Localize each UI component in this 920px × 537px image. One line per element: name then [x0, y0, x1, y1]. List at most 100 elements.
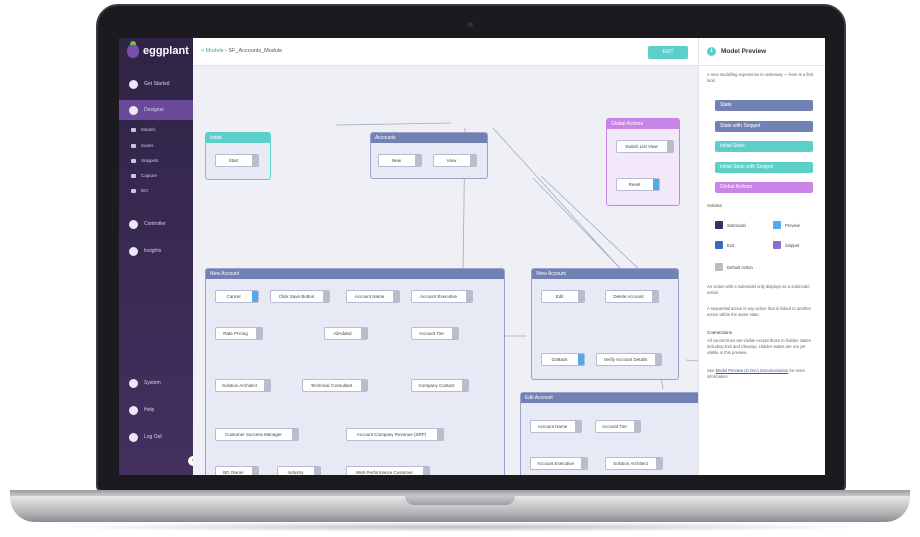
action-type-label: Submodel: [727, 222, 746, 228]
state-title: New Account: [206, 269, 504, 279]
action-start[interactable]: Start: [215, 154, 259, 167]
legend-state: State: [715, 100, 813, 111]
action-type-snippet: Snippet: [773, 241, 799, 249]
app-name: eggplant: [143, 45, 189, 57]
sidebar-item-logout[interactable]: Log Out: [119, 427, 193, 447]
model-canvas[interactable]: Initial Start Accounts New View Global A…: [193, 66, 698, 475]
action-switch-list-view[interactable]: Switch List View: [616, 140, 674, 153]
gear-icon: [129, 378, 138, 388]
sidebar-item-system[interactable]: System: [119, 373, 193, 393]
submodel-icon: [715, 221, 723, 229]
panel-see-docs: See Model Preview (in Dev) Documentation…: [707, 368, 817, 380]
action-edit-account-tier[interactable]: Account Tier: [595, 420, 641, 433]
legend-initial-state-with-snippet: Initial State with Snippet: [715, 162, 813, 173]
snippets-icon: [131, 158, 136, 163]
sidebar-item-get-started[interactable]: Get Started: [119, 74, 193, 94]
action-account-name[interactable]: Account Name: [346, 290, 400, 303]
action-type-label: Snippet: [785, 242, 800, 248]
sidebar-item-help[interactable]: Help: [119, 400, 193, 420]
sidebar-sub-models[interactable]: Models: [131, 127, 156, 132]
action-type-label: Default Action: [727, 264, 753, 270]
help-icon: [129, 405, 138, 415]
logout-icon: [129, 432, 138, 442]
state-title: Global Actions: [607, 119, 679, 129]
sidebar-item-insights[interactable]: Insights: [119, 241, 193, 261]
action-type-preview: Preview: [773, 221, 800, 229]
action-rate-pricing[interactable]: Rate Pricing: [215, 327, 263, 340]
action-type-label: Exit: [727, 242, 734, 248]
sidebar-sub-capture[interactable]: Capture: [131, 173, 157, 178]
action-account-tier[interactable]: Account Tier: [411, 327, 459, 340]
action-industry[interactable]: Industry: [277, 466, 321, 475]
action-goback[interactable]: GoBack: [541, 353, 585, 366]
action-technical-consultant[interactable]: Technical Consultant: [302, 379, 368, 392]
panel-note-submodel: An action with a submodel only displays …: [707, 284, 810, 295]
sidebar-item-label: Insights: [144, 248, 162, 254]
app-screen: eggplant Get Started Designer Models Sui…: [119, 38, 825, 475]
panel-title: Model Preview: [721, 48, 767, 55]
default-action-icon: [715, 263, 723, 271]
sidebar-sub-suites[interactable]: Suites: [131, 143, 154, 148]
exit-button[interactable]: EXIT: [648, 46, 688, 59]
action-click-save-button[interactable]: Click Save Button: [270, 290, 330, 303]
panel-header: i Model Preview: [699, 38, 825, 66]
sidebar-sub-label: Capture: [141, 173, 158, 178]
sidebar-item-label: Controller: [144, 221, 166, 227]
legend-initial-state: Initial State: [715, 141, 813, 152]
model-preview-panel: i Model Preview A new modelling experien…: [698, 38, 825, 475]
action-type-default: Default Action: [715, 263, 753, 271]
panel-note-connections: All connections are visible except those…: [707, 338, 811, 355]
actions-section-title: Actions: [707, 203, 722, 208]
action-type-label: Preview: [785, 222, 800, 228]
action-delete-account[interactable]: Delete Account: [605, 290, 659, 303]
documentation-link[interactable]: Model Preview (in Dev) Documentation: [716, 368, 789, 373]
sidebar-sub-snippets[interactable]: Snippets: [131, 158, 159, 163]
action-edit[interactable]: Edit: [541, 290, 585, 303]
snippet-icon: [773, 241, 781, 249]
sidebar: eggplant Get Started Designer Models Sui…: [119, 38, 193, 475]
action-account-company-revenue[interactable]: Account Company Revenue (SRP): [346, 428, 444, 441]
capture-icon: [131, 173, 136, 178]
action-company-contact[interactable]: Company Contact: [411, 379, 469, 392]
action-web-performance-customer[interactable]: Web Performance Customer: [346, 466, 430, 475]
exit-icon: [715, 241, 723, 249]
action-account-executive[interactable]: Account Executive: [411, 290, 473, 303]
action-verify-account-details[interactable]: Verify Account Details: [596, 353, 662, 366]
action-cancel[interactable]: Cancel: [215, 290, 259, 303]
state-global-actions[interactable]: Global Actions: [606, 118, 680, 206]
camera: [468, 22, 473, 27]
play-icon: [129, 219, 138, 229]
sidebar-sub-bci[interactable]: BCI: [131, 188, 149, 193]
back-to-models-link[interactable]: < Models: [201, 48, 223, 54]
connections-section-title: Connections: [707, 330, 733, 335]
action-customer-success-manager[interactable]: Customer Success Manager: [215, 428, 299, 441]
action-reset[interactable]: Reset: [616, 178, 660, 191]
bci-icon: [131, 188, 136, 193]
chart-icon: [129, 246, 138, 256]
action-bd-owner[interactable]: BD Owner: [215, 466, 259, 475]
eggplant-logo-icon: [127, 41, 139, 58]
action-edit-solution-architect[interactable]: Solution Architect: [605, 457, 663, 470]
preview-icon: [773, 221, 781, 229]
action-solution-architect[interactable]: Solution Architect: [215, 379, 271, 392]
action-edit-account-name[interactable]: Account Name: [530, 420, 582, 433]
state-title: Edit Account: [521, 393, 698, 403]
action-view[interactable]: View: [433, 154, 477, 167]
compass-icon: [129, 79, 138, 89]
action-alladded[interactable]: AllAdded: [324, 327, 368, 340]
state-title: View Account: [532, 269, 678, 279]
models-icon: [131, 127, 136, 132]
laptop-shadow: [40, 522, 880, 532]
header: < Models › SF_Accounts_Module EXIT: [193, 38, 698, 66]
action-edit-account-executive[interactable]: Account Executive: [530, 457, 588, 470]
sidebar-item-controller[interactable]: Controller: [119, 214, 193, 234]
state-title: Initial: [206, 133, 270, 143]
sidebar-item-designer[interactable]: Designer: [119, 100, 193, 120]
sidebar-item-label: Get Started: [144, 81, 170, 87]
see-prefix: See: [707, 368, 716, 373]
app-logo[interactable]: eggplant: [127, 41, 189, 58]
legend-state-with-snippet: State with Snippet: [715, 121, 813, 132]
action-new[interactable]: New: [378, 154, 422, 167]
panel-note-sequential: A sequential action is any action that i…: [707, 306, 812, 317]
action-type-submodel: Submodel: [715, 221, 746, 229]
